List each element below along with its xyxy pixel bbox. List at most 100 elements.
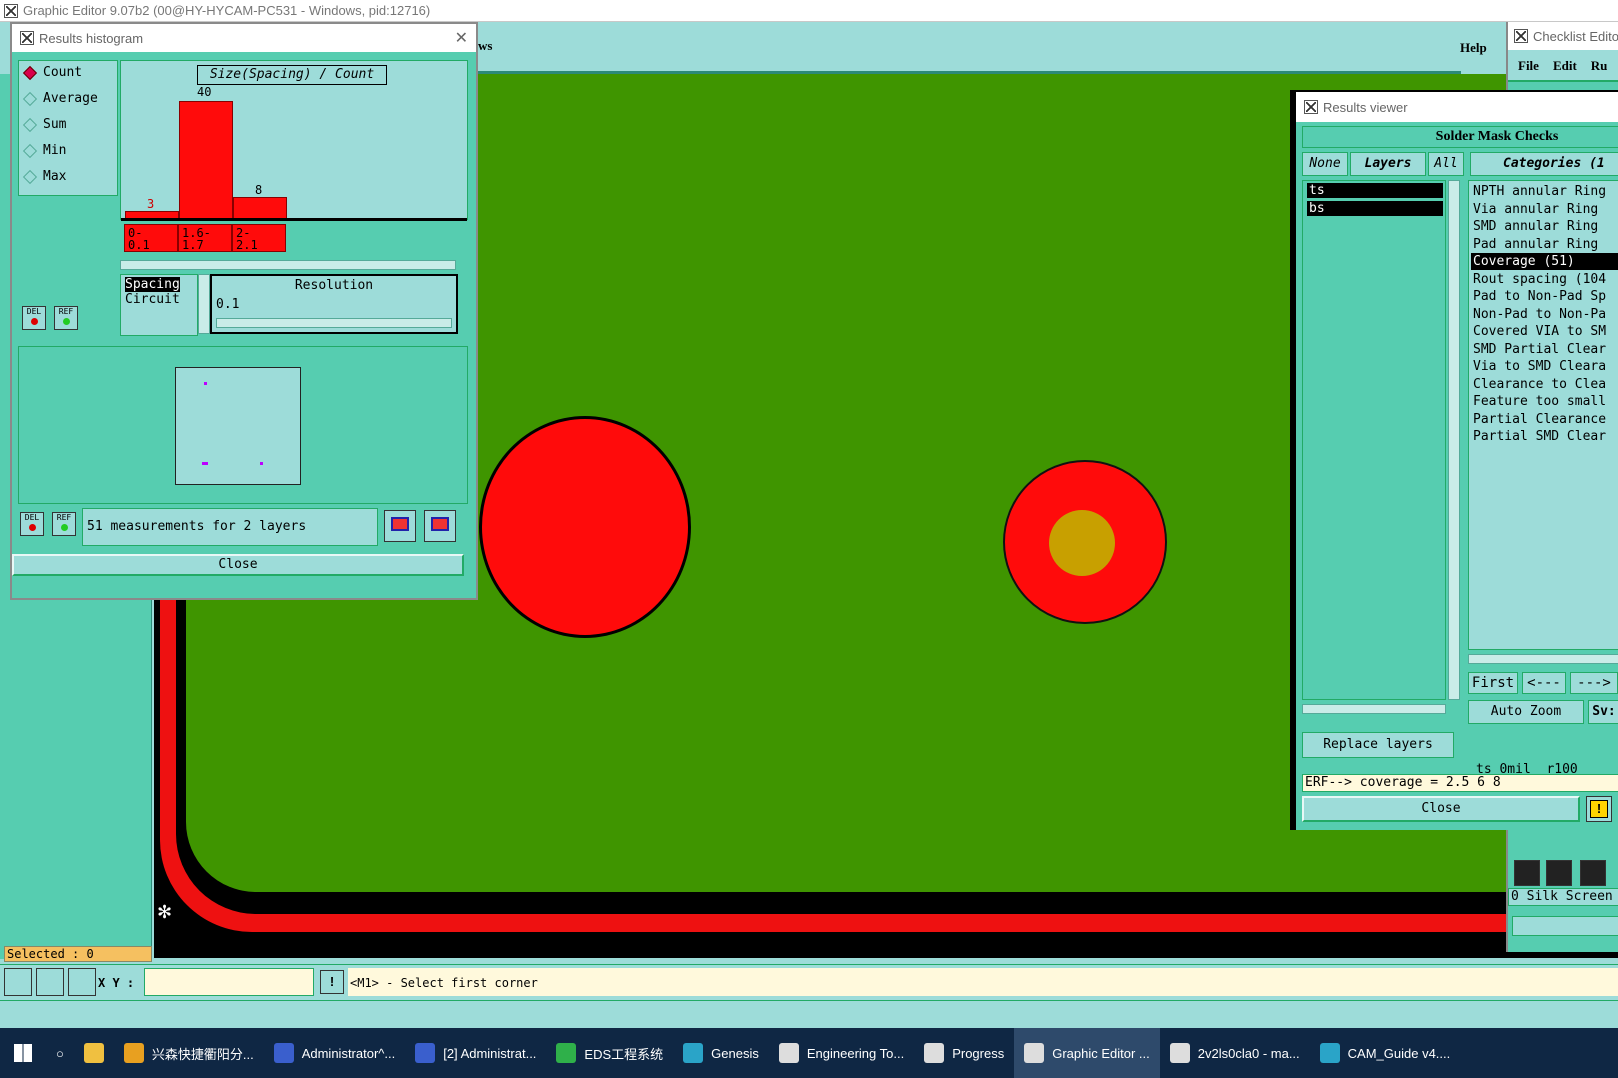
category-item[interactable]: Clearance to Clea	[1473, 376, 1606, 393]
taskbar-item[interactable]: EDS工程系统	[546, 1028, 673, 1078]
layers-list[interactable]: ts bs	[1302, 180, 1446, 700]
category-item[interactable]: Rout spacing (104	[1473, 271, 1606, 288]
results-viewer-close-button[interactable]: Close	[1302, 796, 1580, 822]
toggle-none[interactable]: None	[1302, 152, 1348, 176]
info-icon[interactable]: !	[320, 970, 344, 994]
del-button-bottom[interactable]: DEL	[20, 512, 44, 536]
ref-button[interactable]: REF	[54, 306, 78, 330]
ref-button-bottom[interactable]: REF	[52, 512, 76, 536]
checklist-bottom-button[interactable]	[1512, 916, 1618, 936]
taskbar-item[interactable]: 兴森快捷衢阳分...	[114, 1028, 264, 1078]
pad-large[interactable]	[479, 416, 691, 638]
taskbar-item[interactable]: Genesis	[673, 1028, 769, 1078]
toggle-layers[interactable]: Layers	[1350, 152, 1426, 176]
category-item[interactable]: Feature too small	[1473, 393, 1606, 410]
export-icon[interactable]	[384, 510, 416, 542]
alert-icon[interactable]: !	[1586, 796, 1612, 822]
histogram-bar[interactable]	[233, 197, 287, 219]
categories-hscrollbar[interactable]	[1468, 654, 1618, 664]
search-icon[interactable]: ○	[46, 1028, 74, 1078]
run-icon[interactable]	[1514, 860, 1540, 886]
category-item[interactable]: Pad to Non-Pad Sp	[1473, 288, 1606, 305]
resolution-slider[interactable]	[216, 318, 452, 328]
taskbar-item-label: Genesis	[711, 1045, 759, 1061]
category-item[interactable]: Pad annular Ring	[1473, 236, 1598, 253]
attribute-list[interactable]: Spacing Circuit	[120, 274, 198, 336]
zoom-in-icon[interactable]	[4, 968, 32, 996]
radio-label: Count	[43, 65, 83, 80]
categories-list[interactable]: NPTH annular Ring Via annular Ring SMD ann…	[1468, 180, 1618, 650]
taskbar-item-label: 兴森快捷衢阳分...	[151, 1046, 254, 1062]
auto-zoom-dropdown[interactable]: Auto Zoom	[1468, 700, 1584, 724]
category-item[interactable]: Coverage (51)	[1471, 253, 1618, 270]
taskbar-item[interactable]: Progress	[914, 1028, 1014, 1078]
command-message: <M1> - Select first corner	[350, 976, 538, 990]
menu-run[interactable]: Ru	[1591, 58, 1608, 73]
toggle-all[interactable]: All	[1428, 152, 1464, 176]
layer-item-bs[interactable]: bs	[1307, 201, 1443, 216]
results-viewer-title-bar: Results viewer	[1296, 92, 1618, 122]
layers-vscrollbar[interactable]	[1448, 180, 1460, 700]
app-icon	[683, 1043, 704, 1063]
histogram-bar[interactable]	[179, 101, 233, 219]
radio-count[interactable]: Count	[22, 65, 83, 80]
category-item[interactable]: Via annular Ring	[1473, 201, 1598, 218]
snowflake-icon[interactable]: ✻	[157, 902, 177, 922]
histogram-hscrollbar[interactable]	[120, 260, 456, 270]
menu-help[interactable]: Help	[1460, 40, 1487, 56]
run-all-icon[interactable]	[1546, 860, 1572, 886]
taskbar-item[interactable]: Graphic Editor ...	[1014, 1028, 1160, 1078]
menu-edit[interactable]: Edit	[1553, 58, 1577, 73]
menu-windows-partial[interactable]: ws	[478, 38, 492, 54]
windows-start-icon[interactable]	[0, 1028, 46, 1078]
del-button[interactable]: DEL	[22, 306, 46, 330]
taskbar-item[interactable]: Engineering To...	[769, 1028, 914, 1078]
measurement-point	[204, 382, 207, 385]
category-item[interactable]: Partial Clearance	[1473, 411, 1606, 428]
category-item[interactable]: NPTH annular Ring	[1473, 183, 1606, 200]
layers-hscrollbar[interactable]	[1302, 704, 1446, 714]
category-item[interactable]: Partial SMD Clear	[1473, 428, 1606, 445]
radio-average[interactable]: Average	[22, 91, 98, 106]
attribute-item-spacing[interactable]: Spacing	[125, 277, 180, 292]
first-button[interactable]: First	[1468, 672, 1518, 694]
file-explorer-icon[interactable]	[74, 1028, 114, 1078]
category-item[interactable]: Via to SMD Cleara	[1473, 358, 1606, 375]
bin-label[interactable]: 0- 0.1	[124, 224, 178, 252]
taskbar-item[interactable]: Administrator^...	[264, 1028, 406, 1078]
stop-icon[interactable]	[1580, 860, 1606, 886]
xy-label: X Y :	[98, 976, 135, 990]
attribute-vscrollbar[interactable]	[198, 274, 210, 334]
category-item[interactable]: SMD annular Ring	[1473, 218, 1598, 235]
close-icon[interactable]: ✕	[455, 28, 468, 48]
preview-box[interactable]	[175, 367, 301, 485]
radio-max[interactable]: Max	[22, 169, 66, 184]
bin-label[interactable]: 2- 2.1	[232, 224, 286, 252]
measure-icon[interactable]	[36, 968, 64, 996]
taskbar-item[interactable]: 2v2ls0cla0 - ma...	[1160, 1028, 1310, 1078]
bin-label[interactable]: 1.6- 1.7	[178, 224, 232, 252]
menu-file[interactable]: File	[1518, 58, 1539, 73]
histogram-close-button[interactable]: Close	[12, 554, 464, 576]
xy-input[interactable]	[144, 968, 314, 996]
attribute-item-circuit[interactable]: Circuit	[125, 292, 193, 307]
zoom-fit-icon[interactable]	[424, 510, 456, 542]
taskbar-item[interactable]: CAM_Guide v4....	[1310, 1028, 1461, 1078]
next-button[interactable]: --->	[1570, 672, 1618, 694]
category-item[interactable]: Covered VIA to SM	[1473, 323, 1606, 340]
taskbar-item-label: Engineering To...	[806, 1045, 905, 1061]
category-item[interactable]: Non-Pad to Non-Pa	[1473, 306, 1606, 323]
checklist-row[interactable]: 0 Silk Screen	[1508, 888, 1618, 906]
category-item[interactable]: SMD Partial Clear	[1473, 341, 1606, 358]
taskbar-item[interactable]: [2] Administrat...	[405, 1028, 546, 1078]
sv-field[interactable]: Sv:	[1588, 700, 1618, 724]
replace-layers-dropdown[interactable]: Replace layers	[1302, 732, 1454, 758]
prev-button[interactable]: <---	[1522, 672, 1566, 694]
grid-icon[interactable]	[68, 968, 96, 996]
radio-sum[interactable]: Sum	[22, 117, 66, 132]
radio-min[interactable]: Min	[22, 143, 66, 158]
layer-item-ts[interactable]: ts	[1307, 183, 1443, 198]
taskbar-item-label: [2] Administrat...	[443, 1045, 537, 1061]
check-category-header: Solder Mask Checks	[1302, 126, 1618, 148]
measurement-status: 51 measurements for 2 layers	[82, 508, 378, 546]
